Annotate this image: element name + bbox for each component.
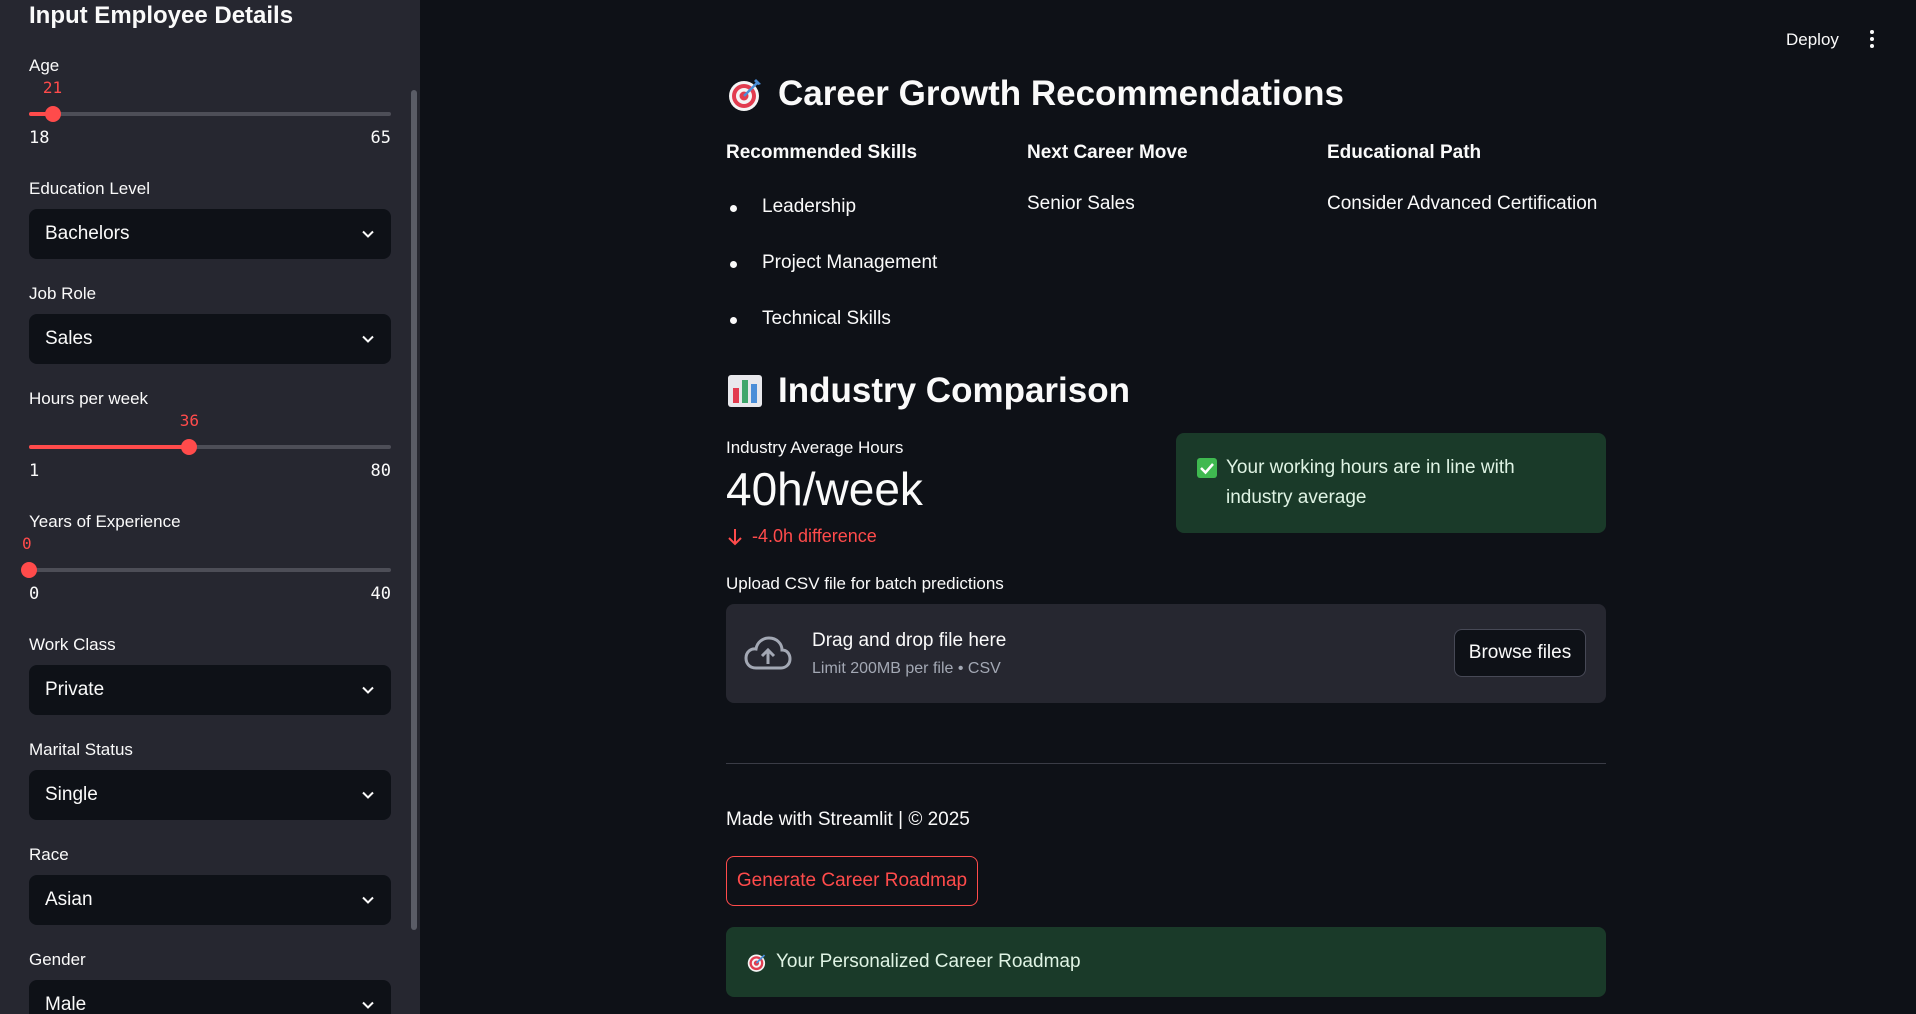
sidebar-title: Input Employee Details [29, 2, 294, 29]
slider-value: 0 [22, 534, 32, 553]
work-class-select[interactable]: Private [29, 665, 391, 715]
skills-header: Recommended Skills [726, 142, 918, 163]
metric-delta: -4.0h difference [726, 526, 877, 547]
footer-text: Made with Streamlit | © 2025 [726, 809, 970, 830]
hours-alert-text: Your working hours are in line with indu… [1226, 457, 1515, 508]
metric-value: 40h/week [726, 463, 923, 515]
metric-label: Industry Average Hours [726, 438, 904, 457]
education-label: Education Level [29, 179, 150, 198]
chevron-down-icon [362, 896, 374, 904]
industry-heading: Industry Comparison [726, 371, 1130, 411]
roadmap-alert-text: Your Personalized Career Roadmap [776, 951, 1081, 972]
slider-max: 40 [370, 584, 391, 604]
sidebar: Input Employee Details Age 21 18 65 Educ… [0, 0, 420, 1014]
slider-min: 18 [29, 128, 50, 148]
roadmap-alert: Your Personalized Career Roadmap [726, 927, 1606, 997]
slider-thumb[interactable] [21, 562, 37, 578]
slider-fill [29, 445, 190, 449]
slider-thumb[interactable] [44, 106, 61, 122]
next-move-header: Next Career Move [1027, 142, 1188, 163]
job-role-value: Sales [45, 328, 93, 349]
gender-label: Gender [29, 950, 86, 969]
work-class-label: Work Class [29, 635, 116, 654]
list-item: Technical Skills [726, 308, 891, 330]
slider-track [29, 568, 391, 572]
industry-title: Industry Comparison [778, 371, 1130, 410]
edu-path-value: Consider Advanced Certification [1327, 193, 1598, 214]
slider-max: 80 [370, 461, 391, 481]
slider-value: 21 [42, 78, 63, 97]
marital-value: Single [45, 784, 98, 805]
more-menu-icon[interactable] [1865, 30, 1879, 50]
slider-track [29, 112, 391, 116]
slider-min: 1 [29, 461, 40, 481]
target-icon [747, 954, 766, 972]
cloud-upload-icon [744, 636, 792, 670]
career-heading: Career Growth Recommendations [726, 74, 1344, 114]
education-select[interactable]: Bachelors [29, 209, 391, 259]
education-value: Bachelors [45, 223, 130, 244]
experience-label: Years of Experience [29, 512, 181, 531]
job-role-label: Job Role [29, 284, 97, 303]
file-dropzone[interactable]: Drag and drop file here Limit 200MB per … [726, 604, 1606, 703]
chevron-down-icon [362, 335, 374, 343]
marital-label: Marital Status [29, 740, 133, 759]
list-item: Project Management [726, 252, 937, 274]
edu-path-header: Educational Path [1327, 142, 1482, 163]
dropzone-subtitle: Limit 200MB per file • CSV [812, 660, 1001, 677]
experience-slider[interactable]: 0 0 40 [21, 534, 391, 604]
deploy-button[interactable]: Deploy [1786, 30, 1839, 50]
age-slider[interactable]: 21 18 65 [29, 78, 391, 148]
chevron-down-icon [362, 791, 374, 799]
upload-label: Upload CSV file for batch predictions [726, 574, 1004, 593]
next-move-value: Senior Sales [1027, 193, 1135, 214]
gender-select[interactable]: Male [29, 980, 391, 1014]
chevron-down-icon [362, 1001, 374, 1009]
race-label: Race [29, 845, 69, 864]
chevron-down-icon [362, 230, 374, 238]
race-select[interactable]: Asian [29, 875, 391, 925]
hours-slider[interactable]: 36 1 80 [29, 411, 391, 481]
sidebar-scrollbar[interactable] [411, 90, 417, 930]
arrow-down-icon [728, 528, 742, 545]
slider-thumb[interactable] [181, 439, 198, 455]
slider-min: 0 [29, 584, 40, 604]
bar-chart-icon [728, 375, 762, 407]
list-item: Leadership [726, 196, 856, 218]
career-title: Career Growth Recommendations [778, 74, 1344, 113]
hours-label: Hours per week [29, 389, 149, 408]
browse-files-button[interactable]: Browse files [1454, 629, 1586, 677]
chevron-down-icon [362, 686, 374, 694]
slider-max: 65 [370, 128, 391, 148]
marital-select[interactable]: Single [29, 770, 391, 820]
gender-value: Male [45, 994, 87, 1014]
generate-roadmap-button[interactable]: Generate Career Roadmap [726, 856, 978, 906]
check-box-icon [1197, 458, 1217, 478]
target-icon [729, 79, 761, 111]
dropzone-title: Drag and drop file here [812, 630, 1007, 651]
divider [726, 763, 1606, 764]
job-role-select[interactable]: Sales [29, 314, 391, 364]
age-label: Age [29, 56, 60, 75]
metric-delta-text: -4.0h difference [752, 526, 877, 546]
work-class-value: Private [45, 679, 105, 700]
hours-alert: Your working hours are in line with indu… [1176, 433, 1606, 533]
race-value: Asian [45, 889, 93, 910]
slider-value: 36 [179, 411, 199, 430]
